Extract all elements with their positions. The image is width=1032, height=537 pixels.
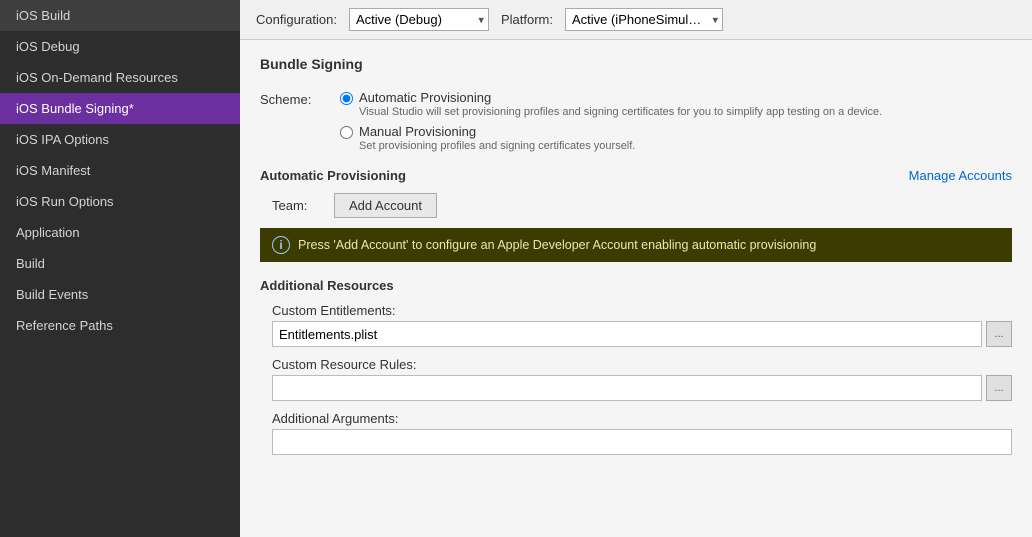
sidebar-item-ios-on-demand[interactable]: iOS On-Demand Resources <box>0 62 240 93</box>
custom-resource-rules-row: Custom Resource Rules: ... <box>260 357 1012 401</box>
manual-provisioning-text: Manual Provisioning Set provisioning pro… <box>359 124 635 152</box>
additional-arguments-input-row <box>260 429 1012 455</box>
manual-provisioning-label: Manual Provisioning <box>359 124 635 139</box>
sidebar-item-build-events[interactable]: Build Events <box>0 279 240 310</box>
custom-entitlements-input-row: ... <box>260 321 1012 347</box>
custom-resource-rules-label: Custom Resource Rules: <box>260 357 1012 372</box>
manage-accounts-link[interactable]: Manage Accounts <box>909 168 1012 183</box>
additional-arguments-input[interactable] <box>272 429 1012 455</box>
scheme-row: Scheme: Automatic Provisioning Visual St… <box>260 90 1012 152</box>
toolbar: Configuration: Active (Debug) Platform: … <box>240 0 1032 40</box>
sidebar-item-reference-paths[interactable]: Reference Paths <box>0 310 240 341</box>
team-row: Team: Add Account <box>260 193 1012 218</box>
auto-prov-header: Automatic Provisioning Manage Accounts <box>260 168 1012 183</box>
platform-label: Platform: <box>501 12 553 27</box>
platform-select-wrapper[interactable]: Active (iPhoneSimul… <box>565 8 723 31</box>
platform-select[interactable]: Active (iPhoneSimul… <box>565 8 723 31</box>
content-area: Bundle Signing Scheme: Automatic Provisi… <box>240 40 1032 537</box>
sidebar-item-ios-debug[interactable]: iOS Debug <box>0 31 240 62</box>
custom-resource-rules-input-row: ... <box>260 375 1012 401</box>
configuration-select[interactable]: Active (Debug) <box>349 8 489 31</box>
manual-provisioning-option[interactable]: Manual Provisioning Set provisioning pro… <box>340 124 1012 152</box>
info-icon: i <box>272 236 290 254</box>
custom-entitlements-input[interactable] <box>272 321 982 347</box>
sidebar-item-build[interactable]: Build <box>0 248 240 279</box>
scheme-label: Scheme: <box>260 90 340 107</box>
configuration-select-wrapper[interactable]: Active (Debug) <box>349 8 489 31</box>
manual-provisioning-sub: Set provisioning profiles and signing ce… <box>359 140 635 152</box>
bundle-signing-title: Bundle Signing <box>260 56 1012 76</box>
custom-resource-rules-browse-button[interactable]: ... <box>986 375 1012 401</box>
sidebar-item-application[interactable]: Application <box>0 217 240 248</box>
custom-entitlements-browse-button[interactable]: ... <box>986 321 1012 347</box>
sidebar-item-ios-build[interactable]: iOS Build <box>0 0 240 31</box>
sidebar-item-ios-manifest[interactable]: iOS Manifest <box>0 155 240 186</box>
sidebar: iOS BuildiOS DebugiOS On-Demand Resource… <box>0 0 240 537</box>
sidebar-item-ios-ipa-options[interactable]: iOS IPA Options <box>0 124 240 155</box>
custom-entitlements-row: Custom Entitlements: ... <box>260 303 1012 347</box>
manual-provisioning-radio[interactable] <box>340 126 353 139</box>
custom-resource-rules-input[interactable] <box>272 375 982 401</box>
auto-prov-title: Automatic Provisioning <box>260 168 406 183</box>
add-account-button[interactable]: Add Account <box>334 193 437 218</box>
automatic-provisioning-sub: Visual Studio will set provisioning prof… <box>359 106 882 118</box>
automatic-provisioning-option[interactable]: Automatic Provisioning Visual Studio wil… <box>340 90 1012 118</box>
automatic-provisioning-radio[interactable] <box>340 92 353 105</box>
custom-entitlements-label: Custom Entitlements: <box>260 303 1012 318</box>
main-content: Configuration: Active (Debug) Platform: … <box>240 0 1032 537</box>
configuration-label: Configuration: <box>256 12 337 27</box>
team-label: Team: <box>272 198 322 213</box>
automatic-provisioning-text: Automatic Provisioning Visual Studio wil… <box>359 90 882 118</box>
additional-arguments-label: Additional Arguments: <box>260 411 1012 426</box>
sidebar-item-ios-run-options[interactable]: iOS Run Options <box>0 186 240 217</box>
info-message-text: Press 'Add Account' to configure an Appl… <box>298 238 816 252</box>
additional-arguments-row: Additional Arguments: <box>260 411 1012 455</box>
scheme-options: Automatic Provisioning Visual Studio wil… <box>340 90 1012 152</box>
sidebar-item-ios-bundle-signing[interactable]: iOS Bundle Signing* <box>0 93 240 124</box>
info-message-banner: i Press 'Add Account' to configure an Ap… <box>260 228 1012 262</box>
automatic-provisioning-label: Automatic Provisioning <box>359 90 882 105</box>
additional-resources-title: Additional Resources <box>260 278 1012 293</box>
